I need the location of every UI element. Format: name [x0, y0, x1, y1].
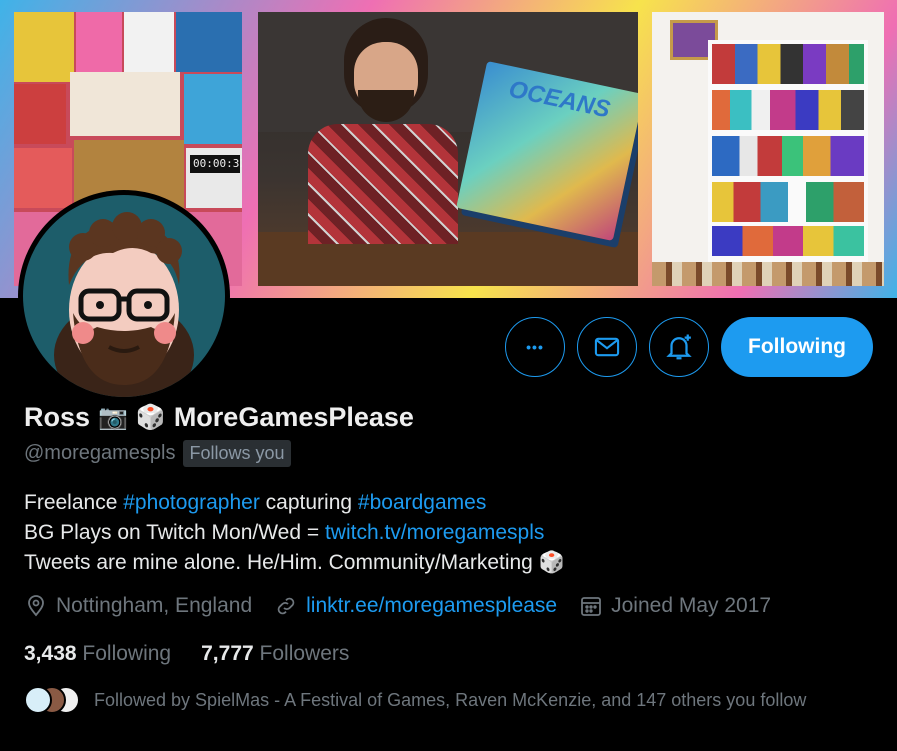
following-label: Following [82, 642, 172, 665]
bio-line-3: Tweets are mine alone. He/Him. Community… [24, 548, 565, 578]
profile-meta: Nottingham, England linktr.ee/moregamesp… [24, 594, 771, 618]
profile-actions: ••• Following [505, 317, 873, 377]
following-button[interactable]: Following [721, 317, 873, 377]
followed-by-row[interactable]: Followed by SpielMas - A Festival of Gam… [24, 686, 806, 714]
followers-count-link[interactable]: 7,777 Followers [201, 642, 349, 666]
camera-emoji-icon: 📷 [98, 404, 128, 431]
calendar-icon [581, 597, 602, 616]
followed-by-avatars [24, 686, 80, 714]
website-item: linktr.ee/moregamesplease [274, 594, 557, 618]
location-pin-icon [28, 595, 44, 617]
followers-count: 7,777 [201, 642, 254, 665]
profile-bio: Freelance #photographer capturing #board… [24, 488, 565, 578]
bio-line-2: BG Plays on Twitch Mon/Wed = twitch.tv/m… [24, 518, 565, 548]
link-icon [277, 597, 295, 615]
envelope-icon [594, 337, 620, 357]
hashtag-boardgames-link[interactable]: #boardgames [358, 491, 486, 514]
location-item: Nottingham, England [24, 594, 252, 618]
followed-by-text: Followed by SpielMas - A Festival of Gam… [94, 689, 807, 710]
website-link[interactable]: linktr.ee/moregamesplease [306, 594, 557, 618]
handle-row: @moregamespls Follows you [24, 440, 291, 467]
bio-text: Freelance [24, 491, 124, 514]
banner-panel-photo: OCEANS [258, 12, 638, 286]
joined-text: Joined May 2017 [611, 594, 772, 617]
message-button[interactable] [577, 317, 637, 377]
bio-text: capturing [259, 491, 358, 514]
timer-label: 00:00:32 [190, 155, 242, 173]
bio-text: BG Plays on Twitch Mon/Wed = [24, 521, 325, 544]
display-name-first: Ross [24, 402, 91, 432]
more-options-button[interactable]: ••• [505, 317, 565, 377]
bio-text: Tweets are mine alone. He/Him. Community… [24, 551, 539, 574]
notifications-button[interactable] [649, 317, 709, 377]
display-name: Ross 📷 🎲 MoreGamesPlease [24, 402, 414, 433]
banner-panel-game-shelves [652, 12, 884, 286]
hashtag-photographer-link[interactable]: #photographer [123, 491, 260, 514]
joined-item: Joined May 2017 [579, 594, 771, 618]
display-name-second: MoreGamesPlease [173, 402, 414, 432]
following-count-link[interactable]: 3,438 Following [24, 642, 171, 666]
avatar [24, 686, 52, 714]
dice-emoji-icon: 🎲 [135, 404, 166, 431]
following-count: 3,438 [24, 642, 77, 665]
profile-stats: 3,438 Following 7,777 Followers [24, 642, 349, 666]
user-handle: @moregamespls [24, 442, 176, 464]
more-icon: ••• [526, 339, 544, 355]
dice-emoji-icon: 🎲 [538, 551, 565, 574]
bio-line-1: Freelance #photographer capturing #board… [24, 488, 565, 518]
profile-avatar[interactable] [18, 190, 230, 402]
location-text: Nottingham, England [56, 594, 253, 617]
follows-you-badge: Follows you [183, 440, 291, 467]
twitch-link[interactable]: twitch.tv/moregamespls [325, 521, 544, 544]
followers-label: Followers [259, 642, 350, 665]
bell-plus-icon [666, 334, 692, 360]
